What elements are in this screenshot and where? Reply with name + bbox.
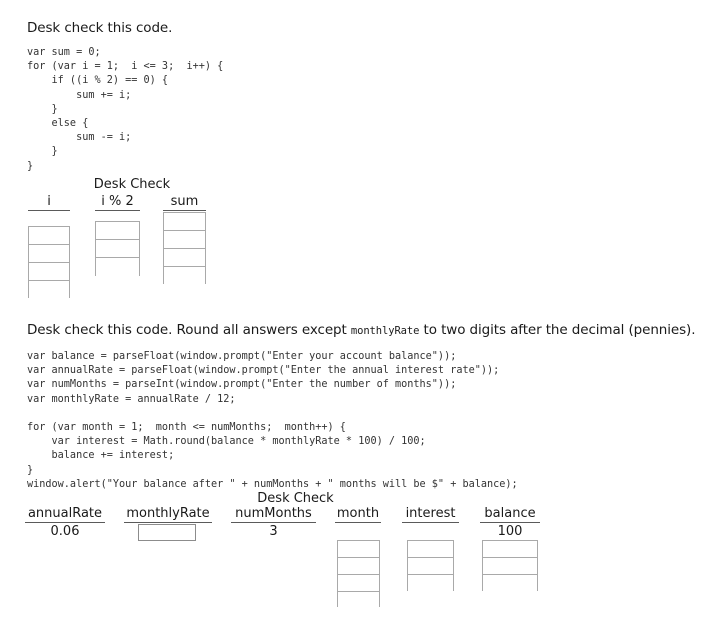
column-balance-cell[interactable] — [483, 541, 537, 558]
section1-deskcheck-title: Desk Check — [93, 177, 171, 192]
section1-prompt: Desk check this code. — [27, 20, 173, 36]
section2-deskcheck-title: Desk Check — [257, 491, 334, 506]
column-nummonths: numMonths 3 — [231, 506, 316, 540]
column-balance-value: 100 — [497, 524, 523, 539]
column-interest-boxes[interactable] — [407, 540, 454, 592]
column-interest-cell[interactable] — [408, 558, 453, 575]
column-balance: balance 100 — [480, 506, 540, 540]
column-interest-header: interest — [402, 506, 459, 523]
column-interest-cell[interactable] — [408, 575, 453, 592]
section2-code-block: var balance = parseFloat(window.prompt("… — [27, 351, 518, 490]
column-interest: interest — [402, 506, 459, 523]
column-sum-header: sum — [163, 194, 206, 211]
section2-prompt-text-2: to two digits after the decimal (pennies… — [419, 322, 696, 338]
column-i-mod-2-cell[interactable] — [96, 222, 139, 240]
section2-prompt: Desk check this code. Round all answers … — [27, 322, 696, 338]
column-i-cell[interactable] — [29, 281, 69, 299]
column-monthlyrate-header: monthlyRate — [124, 506, 212, 523]
column-month-header: month — [335, 506, 381, 523]
column-balance-cell[interactable] — [483, 575, 537, 592]
column-i-cell[interactable] — [29, 227, 69, 245]
column-month-cell[interactable] — [338, 558, 379, 575]
section1-code-block: var sum = 0; for (var i = 1; i <= 3; i++… — [27, 47, 224, 172]
column-annualrate-value: 0.06 — [50, 524, 80, 539]
column-nummonths-value: 3 — [269, 524, 278, 539]
section2-prompt-text-1: Desk check this code. Round all answers … — [27, 322, 351, 338]
column-i-header: i — [28, 194, 70, 211]
column-i-mod-2-cell[interactable] — [96, 258, 139, 277]
column-sum-cell[interactable] — [164, 213, 205, 231]
column-sum-cell[interactable] — [164, 231, 205, 249]
column-i-boxes[interactable] — [28, 226, 70, 299]
column-annualrate: annualRate 0.06 — [25, 506, 105, 540]
column-monthlyrate: monthlyRate — [124, 506, 212, 523]
column-i-mod-2-cell[interactable] — [96, 240, 139, 258]
column-nummonths-header: numMonths — [231, 506, 316, 523]
column-i-mod-2: i % 2 — [95, 194, 140, 211]
column-i-mod-2-header: i % 2 — [95, 194, 140, 211]
column-sum-cell[interactable] — [164, 267, 205, 285]
column-balance-boxes[interactable] — [482, 540, 538, 592]
column-annualrate-header: annualRate — [25, 506, 105, 523]
monthlyrate-input[interactable] — [138, 524, 196, 541]
column-month: month — [335, 506, 381, 523]
column-month-cell[interactable] — [338, 575, 379, 592]
column-month-boxes[interactable] — [337, 540, 380, 608]
column-month-cell[interactable] — [338, 592, 379, 608]
column-balance-header: balance — [480, 506, 540, 523]
column-i-cell[interactable] — [29, 263, 69, 281]
column-i-cell[interactable] — [29, 245, 69, 263]
column-i: i — [28, 194, 70, 211]
column-sum-boxes[interactable] — [163, 212, 206, 285]
column-month-cell[interactable] — [338, 541, 379, 558]
section2-prompt-monthlyrate: monthlyRate — [350, 325, 420, 337]
column-balance-cell[interactable] — [483, 558, 537, 575]
column-interest-cell[interactable] — [408, 541, 453, 558]
column-sum: sum — [163, 194, 206, 211]
column-sum-cell[interactable] — [164, 249, 205, 267]
column-i-mod-2-boxes[interactable] — [95, 221, 140, 277]
